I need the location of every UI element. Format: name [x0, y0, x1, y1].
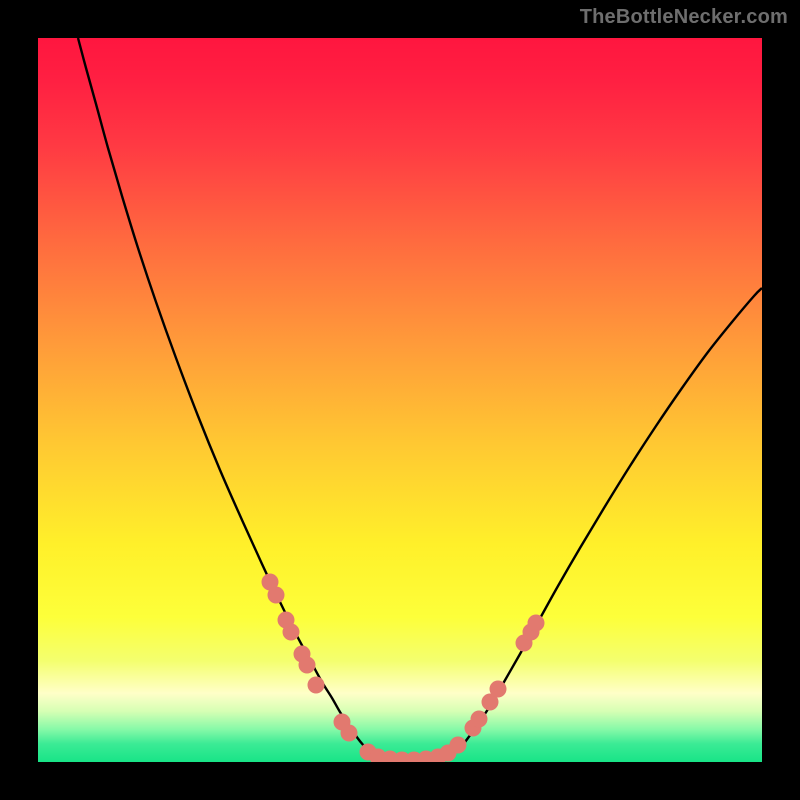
- data-marker: [490, 681, 507, 698]
- data-marker: [528, 615, 545, 632]
- data-marker: [299, 657, 316, 674]
- chart-svg: [38, 38, 762, 762]
- plot-area: [38, 38, 762, 762]
- watermark-text: TheBottleNecker.com: [580, 6, 788, 29]
- data-marker: [341, 725, 358, 742]
- bottleneck-curve: [78, 38, 762, 761]
- data-marker: [283, 624, 300, 641]
- data-marker: [268, 587, 285, 604]
- marker-group: [262, 574, 545, 763]
- chart-frame: TheBottleNecker.com: [0, 0, 800, 800]
- data-marker: [450, 737, 467, 754]
- data-marker: [308, 677, 325, 694]
- data-marker: [471, 711, 488, 728]
